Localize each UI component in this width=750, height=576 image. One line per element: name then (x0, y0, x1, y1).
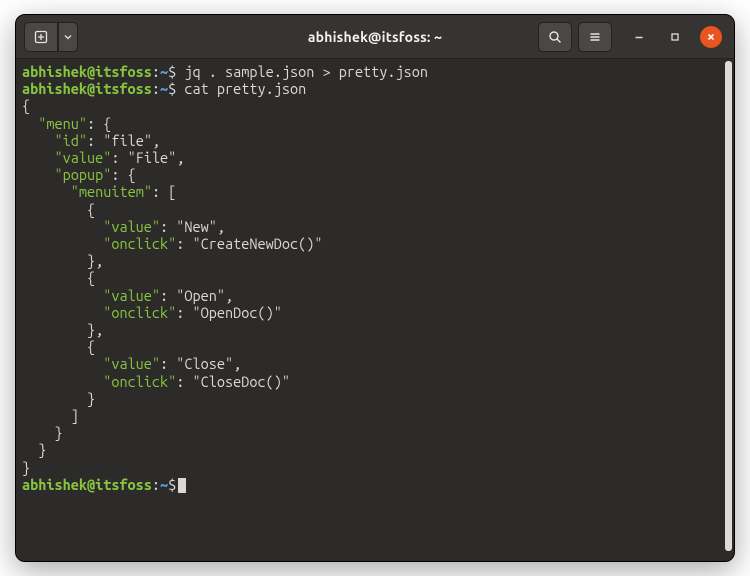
terminal-window: abhishek@itsfoss: ~ abhishek@itsfoss:~$ … (15, 14, 735, 562)
cursor-icon (178, 478, 186, 493)
new-tab-button[interactable] (24, 22, 58, 52)
json-key: "menuitem" (71, 183, 152, 200)
json-line: }, (87, 252, 103, 269)
command-1: jq . sample.json > pretty.json (184, 63, 428, 80)
titlebar: abhishek@itsfoss: ~ (16, 15, 734, 59)
json-line: } (22, 459, 30, 476)
window-title: abhishek@itsfoss: ~ (308, 29, 442, 45)
json-line: } (38, 441, 46, 458)
json-key: "value" (103, 355, 160, 372)
prompt-path: ~ (160, 80, 168, 97)
scrollbar[interactable] (725, 61, 732, 551)
json-key: "value" (54, 149, 111, 166)
json-key: "menu" (38, 115, 87, 132)
json-value: "file" (103, 132, 152, 149)
prompt-dollar: $ (168, 63, 176, 80)
prompt-path: ~ (160, 63, 168, 80)
new-tab-dropdown-button[interactable] (58, 22, 78, 52)
prompt-path: ~ (160, 476, 168, 493)
json-value: "Close" (176, 355, 233, 372)
json-line: }, (87, 321, 103, 338)
hamburger-menu-button[interactable] (578, 22, 612, 52)
close-button[interactable] (700, 26, 722, 48)
json-value: "File" (128, 149, 177, 166)
json-value: "OpenDoc()" (193, 304, 282, 321)
prompt-user: abhishek@itsfoss (22, 476, 152, 493)
terminal-output[interactable]: abhishek@itsfoss:~$ jq . sample.json > p… (16, 59, 724, 561)
json-key: "id" (54, 132, 86, 149)
prompt-colon: : (152, 63, 160, 80)
json-key: "onclick" (103, 304, 176, 321)
json-key: "value" (103, 218, 160, 235)
json-key: "onclick" (103, 373, 176, 390)
json-line: { (22, 97, 30, 114)
json-value: "CreateNewDoc()" (193, 235, 323, 252)
terminal-body[interactable]: abhishek@itsfoss:~$ jq . sample.json > p… (16, 59, 734, 561)
json-line: } (87, 390, 95, 407)
json-key: "onclick" (103, 235, 176, 252)
prompt-user: abhishek@itsfoss (22, 80, 152, 97)
json-line: { (87, 338, 95, 355)
json-key: "popup" (54, 166, 111, 183)
minimize-button[interactable] (628, 26, 650, 48)
search-button[interactable] (538, 22, 572, 52)
json-key: "value" (103, 287, 160, 304)
command-2: cat pretty.json (184, 80, 306, 97)
json-value: "CloseDoc()" (193, 373, 290, 390)
json-line: ] (71, 407, 79, 424)
json-line: { (87, 269, 95, 286)
json-line: { (87, 201, 95, 218)
json-value: "New" (176, 218, 217, 235)
maximize-button[interactable] (664, 26, 686, 48)
json-value: "Open" (176, 287, 225, 304)
prompt-user: abhishek@itsfoss (22, 63, 152, 80)
json-line: } (54, 424, 62, 441)
window-controls (628, 26, 722, 48)
